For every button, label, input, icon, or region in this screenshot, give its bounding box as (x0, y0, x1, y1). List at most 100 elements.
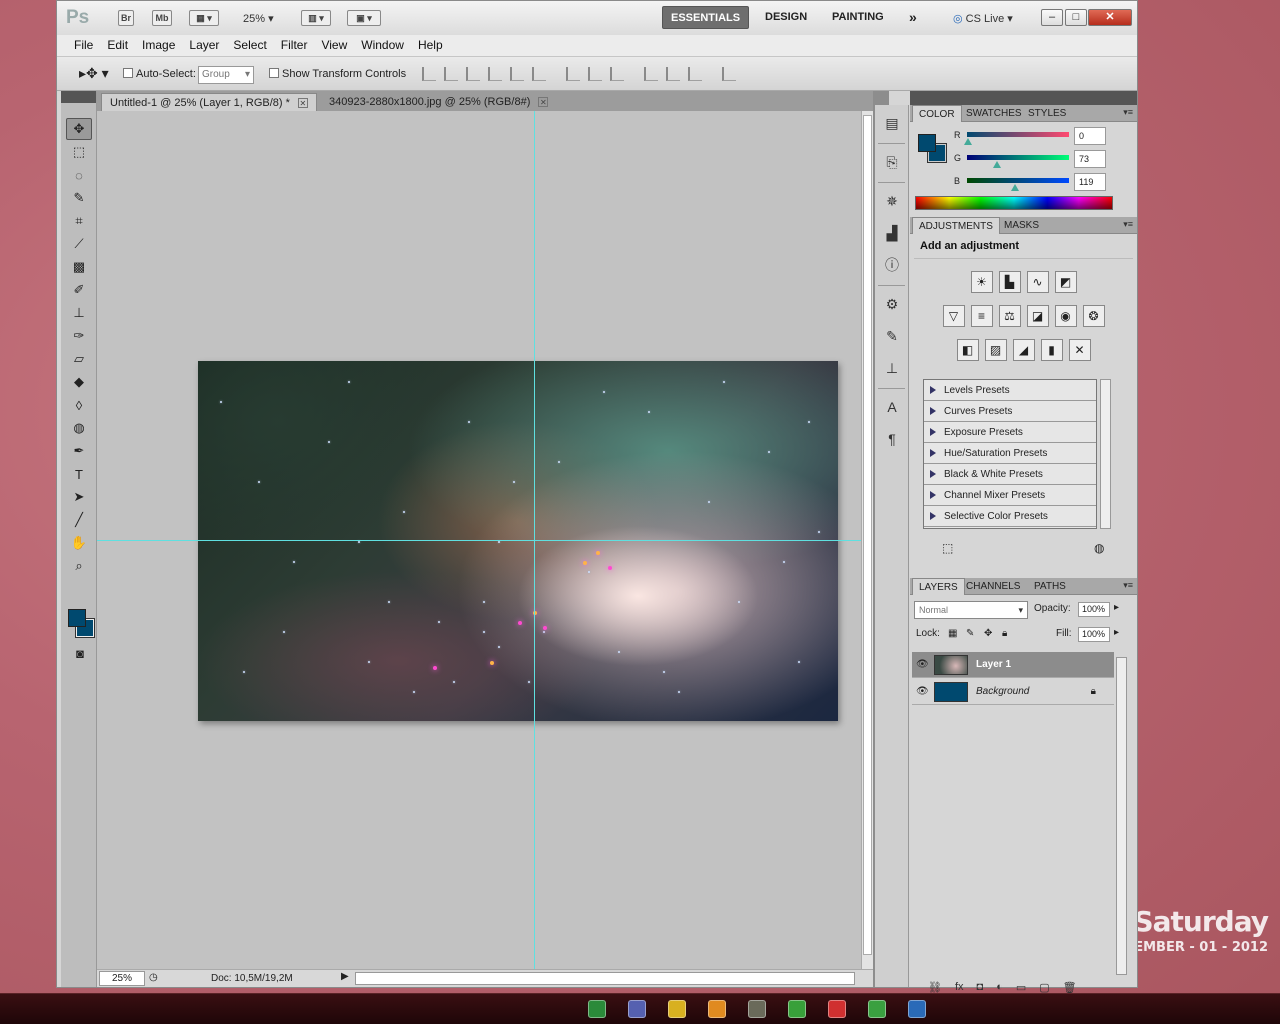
preset-item[interactable]: Exposure Presets (924, 422, 1096, 443)
eraser-tool-icon[interactable]: ▱ (66, 348, 92, 370)
return-to-list-icon[interactable]: ⬚ (942, 541, 953, 555)
b-value-field[interactable]: 119 (1074, 173, 1106, 191)
distribute-hcenter-icon[interactable] (666, 67, 680, 81)
align-right-icon[interactable] (532, 67, 546, 81)
black-white-icon[interactable]: ◪ (1026, 305, 1049, 327)
character-panel-icon[interactable]: A (879, 395, 905, 419)
bridge-button[interactable]: Br (118, 10, 134, 26)
clip-adjustment-icon[interactable]: ◍ (1094, 541, 1104, 555)
fill-field[interactable]: 100% (1078, 627, 1110, 642)
move-tool-icon[interactable]: ✥ (66, 118, 92, 140)
view-extras-button[interactable]: ▦ ▾ (189, 10, 219, 26)
panel-menu-icon[interactable]: ▾≡ (1123, 580, 1133, 591)
panels-grip[interactable] (910, 91, 1137, 105)
align-hcenter-icon[interactable] (510, 67, 524, 81)
exposure-icon[interactable]: ◩ (1054, 271, 1077, 293)
history-panel-icon[interactable]: ⎘ (879, 150, 905, 174)
horizontal-scrollbar[interactable] (355, 972, 855, 985)
healing-brush-tool-icon[interactable]: ▩ (66, 256, 92, 278)
align-top-icon[interactable] (422, 67, 436, 81)
layer-name[interactable]: Layer 1 (976, 659, 1011, 670)
dock-app-icon[interactable] (668, 1000, 686, 1018)
auto-align-icon[interactable] (722, 67, 736, 81)
layer-name[interactable]: Background (976, 686, 1029, 697)
workspace-painting[interactable]: PAINTING (824, 6, 892, 29)
invert-icon[interactable]: ◧ (956, 339, 979, 361)
dock-app-icon[interactable] (588, 1000, 606, 1018)
close-button[interactable]: ✕ (1088, 9, 1132, 26)
document-image[interactable] (198, 361, 838, 721)
tab-untitled-1[interactable]: Untitled-1 @ 25% (Layer 1, RGB/8) * ✕ (101, 93, 317, 111)
info-panel-icon[interactable]: ⓘ (879, 253, 905, 277)
dock-app-icon[interactable] (788, 1000, 806, 1018)
presets-scrollbar[interactable] (1100, 379, 1111, 529)
close-tab-icon[interactable]: ✕ (297, 98, 308, 108)
distribute-vcenter-icon[interactable] (588, 67, 602, 81)
preset-item[interactable]: Selective Color Presets (924, 506, 1096, 527)
lock-all-icon[interactable]: 🔒︎ (1002, 628, 1007, 639)
paint-bucket-tool-icon[interactable]: ◆ (66, 371, 92, 393)
apple-menu-icon[interactable] (14, 999, 34, 1019)
distribute-left-icon[interactable] (644, 67, 658, 81)
menu-filter[interactable]: Filter (274, 35, 315, 56)
preset-item[interactable]: Hue/Saturation Presets (924, 443, 1096, 464)
curves-icon[interactable]: ∿ (1026, 271, 1049, 293)
blend-mode-select[interactable]: Normal ▾ (914, 601, 1028, 619)
lock-image-icon[interactable]: ✎ (966, 628, 974, 639)
add-mask-icon[interactable]: ◘ (977, 981, 984, 994)
gradient-map-icon[interactable]: ▮ (1040, 339, 1063, 361)
tools-panel-grip[interactable] (61, 91, 96, 103)
type-tool-icon[interactable]: T (66, 463, 92, 485)
status-menu-arrow-icon[interactable]: ▶ (341, 971, 349, 982)
cs-live-menu[interactable]: ◎ CS Live ▾ (953, 12, 1013, 25)
levels-icon[interactable]: ▙ (998, 271, 1021, 293)
brightness-contrast-icon[interactable]: ☀ (970, 271, 993, 293)
crop-tool-icon[interactable]: ⌗ (66, 210, 92, 232)
zoom-select[interactable]: 25% ▾ (243, 12, 274, 25)
tab-channels[interactable]: CHANNELS (960, 578, 1026, 595)
panel-menu-icon[interactable]: ▾≡ (1123, 107, 1133, 118)
path-selection-tool-icon[interactable]: ➤ (66, 486, 92, 508)
tab-styles[interactable]: STYLES (1022, 105, 1072, 122)
show-transform-checkbox[interactable]: Show Transform Controls (269, 68, 406, 80)
tab-paths[interactable]: PATHS (1028, 578, 1072, 595)
menu-image[interactable]: Image (135, 35, 182, 56)
link-layers-icon[interactable]: ⛓ (928, 981, 942, 994)
hand-tool-icon[interactable]: ✋ (66, 532, 92, 554)
dock-app-icon[interactable] (828, 1000, 846, 1018)
menu-window[interactable]: Window (354, 35, 411, 56)
minibridge-panel-icon[interactable]: ▤ (879, 111, 905, 135)
auto-select-target-select[interactable]: Group ▾ (198, 66, 254, 84)
dodge-tool-icon[interactable]: ◍ (66, 417, 92, 439)
distribute-top-icon[interactable] (566, 67, 580, 81)
blur-tool-icon[interactable]: ◊ (66, 394, 92, 416)
foreground-color-swatch[interactable] (68, 609, 86, 627)
delete-layer-icon[interactable]: 🗑︎ (1063, 981, 1077, 994)
tab-adjustments[interactable]: ADJUSTMENTS (912, 217, 1000, 234)
r-slider-handle[interactable] (964, 138, 972, 145)
layers-scrollbar[interactable] (1116, 657, 1127, 975)
status-info-icon[interactable]: ◷ (149, 972, 158, 983)
photo-filter-icon[interactable]: ◉ (1054, 305, 1077, 327)
g-value-field[interactable]: 73 (1074, 150, 1106, 168)
marquee-tool-icon[interactable]: ⬚ (66, 141, 92, 163)
dock-app-icon[interactable] (748, 1000, 766, 1018)
menu-edit[interactable]: Edit (100, 35, 135, 56)
pen-tool-icon[interactable]: ✒ (66, 440, 92, 462)
align-vcenter-icon[interactable] (444, 67, 458, 81)
distribute-right-icon[interactable] (688, 67, 702, 81)
eyedropper-tool-icon[interactable]: ⟋ (66, 233, 92, 255)
preset-item[interactable]: Curves Presets (924, 401, 1096, 422)
b-slider-handle[interactable] (1011, 184, 1019, 191)
preset-item[interactable]: Levels Presets (924, 380, 1096, 401)
menu-view[interactable]: View (314, 35, 354, 56)
tab-swatches[interactable]: SWATCHES (960, 105, 1028, 122)
brush-panel-icon[interactable]: ✎ (879, 324, 905, 348)
b-slider[interactable] (967, 178, 1069, 183)
layer-style-icon[interactable]: fx (955, 981, 964, 994)
more-workspaces-button[interactable]: » (901, 6, 925, 29)
show-transform-check[interactable] (269, 68, 279, 78)
new-adjustment-layer-icon[interactable]: ◐ (996, 981, 1003, 994)
tab-masks[interactable]: MASKS (998, 217, 1045, 234)
color-spectrum-ramp[interactable] (915, 196, 1113, 210)
